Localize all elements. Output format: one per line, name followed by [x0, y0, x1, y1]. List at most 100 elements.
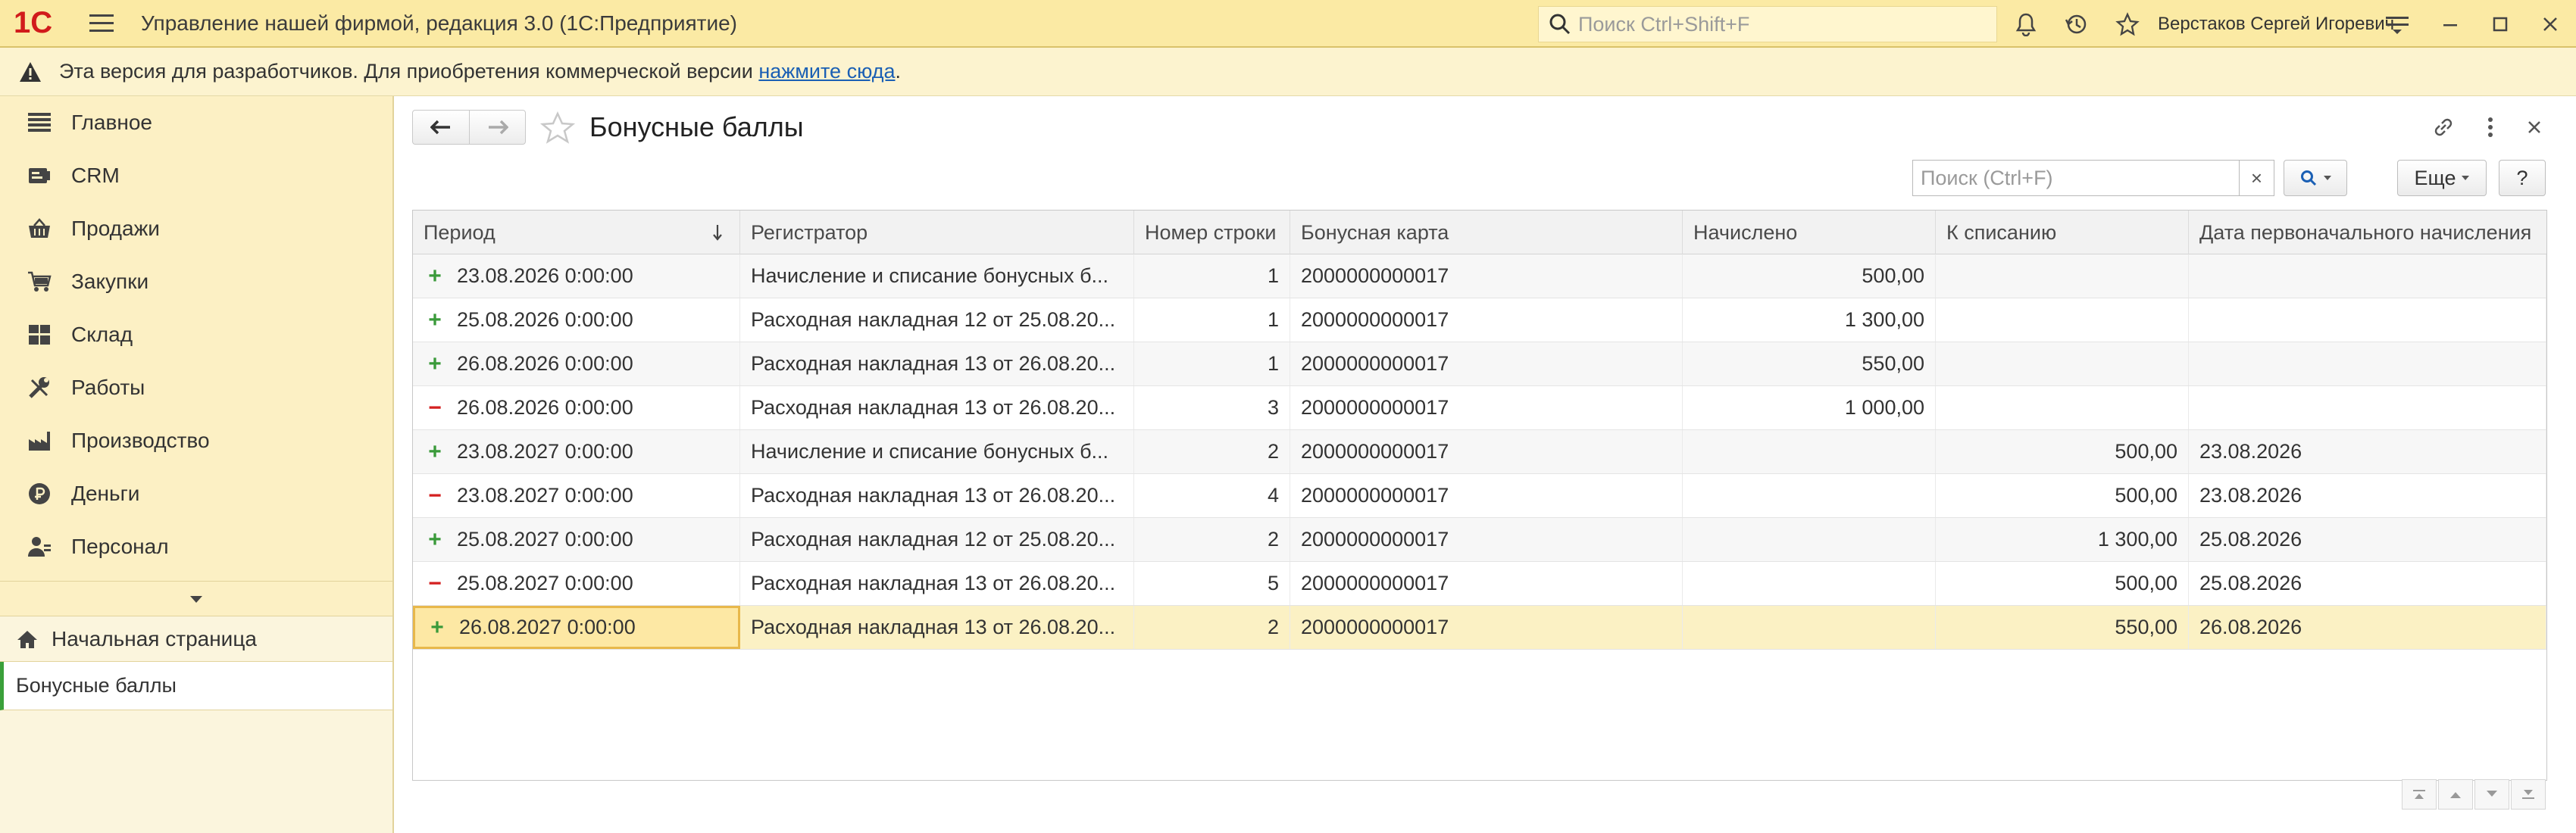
cell-writeoff[interactable]: 500,00	[1936, 562, 2189, 605]
cell-period[interactable]: +23.08.2027 0:00:00	[413, 430, 740, 473]
cell-first-accrual-date[interactable]	[2189, 254, 2546, 298]
cell-bonus-card[interactable]: 2000000000017	[1290, 518, 1683, 561]
cell-writeoff[interactable]: 1 300,00	[1936, 518, 2189, 561]
cell-accrued[interactable]: 1 300,00	[1683, 298, 1936, 342]
cell-writeoff[interactable]	[1936, 342, 2189, 385]
help-button[interactable]: ?	[2499, 160, 2546, 196]
home-page-link[interactable]: Начальная страница	[0, 616, 392, 662]
cell-first-accrual-date[interactable]	[2189, 386, 2546, 429]
cell-bonus-card[interactable]: 2000000000017	[1290, 254, 1683, 298]
sidebar-item-production[interactable]: Производство	[0, 414, 392, 467]
banner-link[interactable]: нажмите сюда	[758, 60, 895, 83]
table-row[interactable]: +23.08.2027 0:00:00 Начисление и списание…	[413, 430, 2546, 474]
table-row[interactable]: −26.08.2026 0:00:00 Расходная накладная 1…	[413, 386, 2546, 430]
cell-writeoff[interactable]: 500,00	[1936, 430, 2189, 473]
cell-bonus-card[interactable]: 2000000000017	[1290, 298, 1683, 342]
table-row[interactable]: +23.08.2026 0:00:00 Начисление и списание…	[413, 254, 2546, 298]
column-header-accrued[interactable]: Начислено	[1683, 211, 1936, 254]
sidebar-item-purchases[interactable]: Закупки	[0, 255, 392, 308]
cell-line-number[interactable]: 3	[1134, 386, 1290, 429]
star-icon[interactable]	[2111, 8, 2144, 41]
close-window-icon[interactable]	[2534, 8, 2567, 41]
cell-accrued[interactable]	[1683, 606, 1936, 649]
cell-period[interactable]: +26.08.2026 0:00:00	[413, 342, 740, 385]
cell-first-accrual-date[interactable]: 26.08.2026	[2189, 606, 2546, 649]
cell-line-number[interactable]: 4	[1134, 474, 1290, 517]
link-icon[interactable]	[2428, 111, 2459, 143]
sidebar-item-money[interactable]: Деньги	[0, 467, 392, 520]
table-row[interactable]: −23.08.2027 0:00:00 Расходная накладная 1…	[413, 474, 2546, 518]
scroll-last-button[interactable]	[2511, 779, 2546, 810]
cell-period[interactable]: −26.08.2026 0:00:00	[413, 386, 740, 429]
cell-period[interactable]: +25.08.2027 0:00:00	[413, 518, 740, 561]
clear-search-button[interactable]: ×	[2239, 161, 2274, 195]
maximize-icon[interactable]	[2484, 8, 2517, 41]
sidebar-item-personnel[interactable]: Персонал	[0, 520, 392, 573]
cell-accrued[interactable]: 500,00	[1683, 254, 1936, 298]
search-options-button[interactable]	[2284, 160, 2347, 196]
sidebar-item-crm[interactable]: CRM	[0, 149, 392, 202]
sidebar-item-main[interactable]: Главное	[0, 96, 392, 149]
open-window-bonus-points[interactable]: Бонусные баллы	[0, 662, 392, 710]
cell-accrued[interactable]	[1683, 474, 1936, 517]
cell-line-number[interactable]: 2	[1134, 518, 1290, 561]
cell-period[interactable]: +25.08.2026 0:00:00	[413, 298, 740, 342]
cell-accrued[interactable]: 550,00	[1683, 342, 1936, 385]
cell-registrar[interactable]: Расходная накладная 13 от 26.08.20...	[740, 342, 1134, 385]
cell-accrued[interactable]: 1 000,00	[1683, 386, 1936, 429]
cell-first-accrual-date[interactable]: 23.08.2026	[2189, 474, 2546, 517]
favorite-star-icon[interactable]	[538, 108, 577, 148]
table-row[interactable]: −25.08.2027 0:00:00 Расходная накладная 1…	[413, 562, 2546, 606]
column-header-period[interactable]: Период	[413, 211, 740, 254]
cell-writeoff[interactable]: 500,00	[1936, 474, 2189, 517]
sidebar-item-sales[interactable]: Продажи	[0, 202, 392, 255]
column-header-bonus-card[interactable]: Бонусная карта	[1290, 211, 1683, 254]
table-row[interactable]: +25.08.2026 0:00:00 Расходная накладная 1…	[413, 298, 2546, 342]
scroll-up-button[interactable]	[2438, 779, 2473, 810]
settings-lines-icon[interactable]	[2381, 8, 2414, 41]
minimize-icon[interactable]	[2434, 8, 2467, 41]
back-button[interactable]	[413, 111, 469, 144]
bell-icon[interactable]	[2009, 8, 2043, 41]
list-search-input[interactable]	[1913, 161, 2239, 195]
cell-period[interactable]: +23.08.2026 0:00:00	[413, 254, 740, 298]
cell-registrar[interactable]: Расходная накладная 13 от 26.08.20...	[740, 386, 1134, 429]
table-row[interactable]: +25.08.2027 0:00:00 Расходная накладная 1…	[413, 518, 2546, 562]
cell-first-accrual-date[interactable]: 25.08.2026	[2189, 518, 2546, 561]
cell-first-accrual-date[interactable]: 25.08.2026	[2189, 562, 2546, 605]
cell-bonus-card[interactable]: 2000000000017	[1290, 606, 1683, 649]
sidebar-item-warehouse[interactable]: Склад	[0, 308, 392, 361]
more-vertical-icon[interactable]	[2474, 111, 2506, 143]
cell-bonus-card[interactable]: 2000000000017	[1290, 430, 1683, 473]
cell-bonus-card[interactable]: 2000000000017	[1290, 562, 1683, 605]
cell-first-accrual-date[interactable]	[2189, 298, 2546, 342]
cell-line-number[interactable]: 2	[1134, 606, 1290, 649]
sidebar-scroll-down[interactable]	[0, 581, 392, 616]
cell-bonus-card[interactable]: 2000000000017	[1290, 474, 1683, 517]
cell-accrued[interactable]	[1683, 518, 1936, 561]
cell-bonus-card[interactable]: 2000000000017	[1290, 386, 1683, 429]
user-name[interactable]: Верстаков Сергей Игоревич	[2158, 14, 2394, 35]
table-row[interactable]: +26.08.2027 0:00:00 Расходная накладная 1…	[413, 606, 2546, 650]
cell-period[interactable]: +26.08.2027 0:00:00	[413, 606, 740, 649]
cell-accrued[interactable]	[1683, 562, 1936, 605]
cell-line-number[interactable]: 1	[1134, 254, 1290, 298]
cell-writeoff[interactable]: 550,00	[1936, 606, 2189, 649]
more-button[interactable]: Еще	[2397, 160, 2487, 196]
cell-registrar[interactable]: Расходная накладная 12 от 25.08.20...	[740, 298, 1134, 342]
cell-writeoff[interactable]	[1936, 386, 2189, 429]
cell-registrar[interactable]: Расходная накладная 13 от 26.08.20...	[740, 474, 1134, 517]
column-header-first-accrual-date[interactable]: Дата первоначального начисления	[2189, 211, 2546, 254]
cell-first-accrual-date[interactable]: 23.08.2026	[2189, 430, 2546, 473]
cell-first-accrual-date[interactable]	[2189, 342, 2546, 385]
cell-registrar[interactable]: Начисление и списание бонусных б...	[740, 430, 1134, 473]
cell-line-number[interactable]: 1	[1134, 298, 1290, 342]
cell-registrar[interactable]: Расходная накладная 12 от 25.08.20...	[740, 518, 1134, 561]
cell-writeoff[interactable]	[1936, 254, 2189, 298]
cell-registrar[interactable]: Начисление и списание бонусных б...	[740, 254, 1134, 298]
cell-line-number[interactable]: 1	[1134, 342, 1290, 385]
history-icon[interactable]	[2059, 8, 2093, 41]
sidebar-item-works[interactable]: Работы	[0, 361, 392, 414]
column-header-line-number[interactable]: Номер строки	[1134, 211, 1290, 254]
scroll-first-button[interactable]	[2402, 779, 2437, 810]
